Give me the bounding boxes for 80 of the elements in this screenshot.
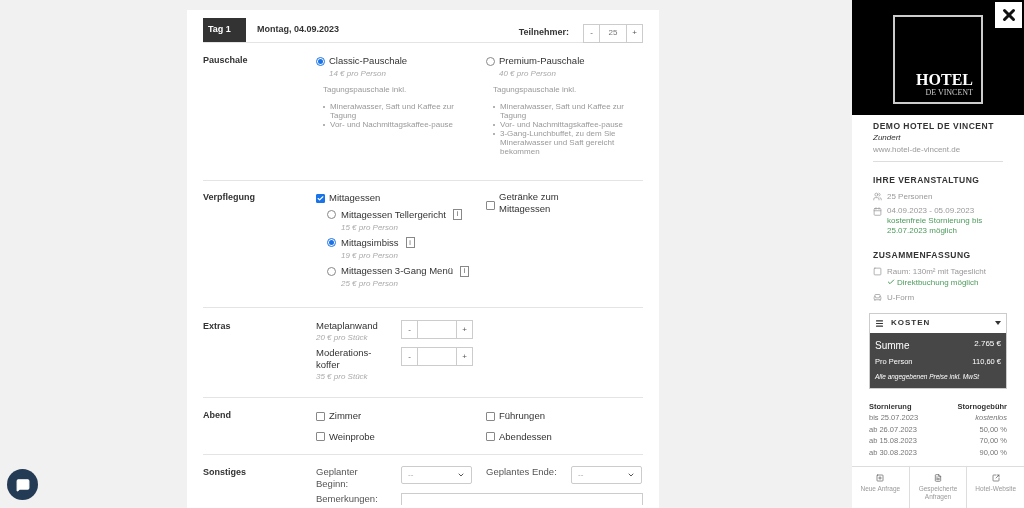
check-icon [887, 278, 895, 286]
price-text: 40 € pro Person [498, 68, 557, 81]
list-item: Vor- und Nachmittagskaffee-pause [500, 120, 625, 130]
section-label: Sonstiges [203, 465, 247, 479]
dates-text: 04.09.2023 - 05.09.2023 [887, 205, 976, 216]
price-text: 19 € pro Person [340, 250, 399, 262]
option-name: Führungen [499, 409, 545, 424]
checkbox[interactable] [316, 193, 325, 203]
section-heading: ZUSAMMENFASSUNG [873, 248, 972, 262]
plus-button[interactable]: + [626, 23, 643, 43]
cancellation-note: kostenfreie Stornierung bis 25.07.2023 möglich [887, 215, 984, 236]
list-item: Mineralwasser, Saft und Kaffee zur Tagung [330, 102, 455, 121]
list-item: Mineralwasser, Saft und Kaffee zur Tagung [500, 102, 625, 121]
hotel-city: Zundert [873, 132, 902, 144]
option-name: Getränke zum Mittagessen [499, 191, 560, 216]
total-label: Summe [875, 338, 910, 353]
section-label: Pauschale [203, 54, 249, 67]
option-name: Premium-Pauschale [499, 54, 585, 68]
list-item: 3-Gang-Lunchbuffet, zu dem Sie Mineralwasser und Saft gereicht bekommen [500, 129, 617, 157]
plus-button[interactable]: + [456, 320, 473, 340]
logo-title: HOTEL [916, 71, 973, 88]
quantity-field[interactable] [418, 320, 456, 340]
option-name: Mittagessen [329, 191, 381, 206]
minus-button[interactable]: - [401, 320, 418, 340]
section-label: Extras [203, 320, 232, 334]
square-plus-icon [876, 474, 885, 482]
option-name: Abendessen [499, 429, 552, 444]
checkbox[interactable] [486, 432, 495, 442]
price-text: 25 € pro Person [340, 278, 399, 291]
chat-icon [15, 477, 30, 492]
field-label: Geplantes Ende: [485, 465, 558, 478]
minus-button[interactable]: - [583, 23, 600, 43]
option-name: Mittagsimbiss [341, 235, 399, 250]
checkbox[interactable] [486, 411, 495, 421]
section-heading: IHRE VERANSTALTUNG [873, 174, 981, 187]
price-text: 15 € pro Person [340, 221, 399, 234]
day-tab[interactable]: Tag 1 [203, 18, 246, 42]
persons-text: 25 Personen [887, 190, 933, 203]
intro-text: Tagungspauschale inkl. [322, 84, 408, 97]
option-name: Classic-Pauschale [329, 54, 408, 68]
room-icon [873, 266, 882, 276]
field-label: Bemerkungen: [316, 492, 379, 505]
total-value: 2.765 € [974, 337, 1001, 350]
checkbox[interactable] [316, 432, 325, 442]
option-name: Mittagessen 3-Gang Menü [341, 264, 453, 278]
price-text: 35 € pro Stück [316, 371, 369, 384]
section-label: Verpflegung [203, 191, 256, 205]
chat-button[interactable] [7, 469, 38, 500]
remarks-field[interactable] [401, 492, 643, 505]
quantity-field[interactable]: 25 [600, 23, 626, 43]
checkbox[interactable] [486, 201, 495, 211]
document-icon [934, 474, 942, 482]
checkbox[interactable] [316, 411, 325, 421]
section-label: Abend [203, 409, 232, 423]
chair-icon [873, 293, 882, 302]
quantity-field[interactable] [418, 347, 456, 367]
extra-name: Moderations-koffer [316, 347, 373, 372]
external-link-icon [991, 474, 1000, 482]
menu-icon [875, 318, 884, 328]
option-name: Zimmer [329, 409, 362, 424]
price-text: 14 € pro Person [328, 68, 387, 81]
price-text: 20 € pro Stück [316, 332, 369, 345]
logo-subtitle: DE VINCENT [925, 87, 973, 97]
minus-button[interactable]: - [401, 347, 418, 367]
direct-booking-text: Direktbuchung möglich [897, 276, 979, 288]
day-date: Montag, 04.09.2023 [257, 23, 341, 37]
option-name: Weinprobe [329, 429, 375, 444]
intro-text: Tagungspauschale inkl. [492, 84, 578, 97]
option-name: Mittagessen Tellergericht [341, 207, 446, 222]
field-label: Geplanter Beginn: [316, 465, 359, 490]
extra-name: Metaplanwand [316, 320, 378, 333]
close-button[interactable] [995, 2, 1022, 28]
list-item: Vor- und Nachmittagskaffee-pause [330, 120, 455, 130]
plus-button[interactable]: + [456, 347, 473, 367]
layout-text: U-Form [887, 291, 915, 304]
calendar-icon [873, 206, 882, 216]
participants-label: Teilnehmer: [518, 26, 569, 40]
room-text: Raum: 130m² mit Tageslicht [887, 265, 986, 277]
users-icon [873, 192, 882, 202]
hotel-name: DEMO HOTEL DE VINCENT [873, 120, 995, 132]
